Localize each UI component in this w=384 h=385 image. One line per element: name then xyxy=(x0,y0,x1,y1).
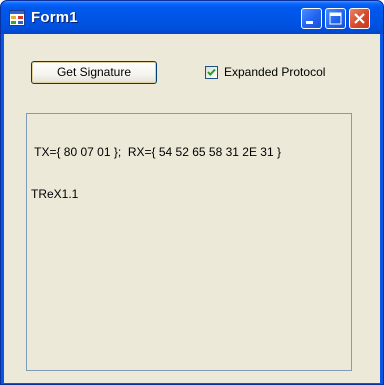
main-window: Form1 Get Signature Expanded Protocol TX… xyxy=(0,0,384,385)
output-textbox[interactable]: TX={ 80 07 01 }; RX={ 54 52 65 58 31 2E … xyxy=(26,113,352,371)
form-client-area: Get Signature Expanded Protocol TX={ 80 … xyxy=(4,34,380,383)
output-line: TReX1.1 xyxy=(31,187,79,201)
minimize-icon xyxy=(306,21,313,24)
close-button[interactable] xyxy=(349,8,370,29)
checkmark-icon xyxy=(207,68,216,76)
title-bar[interactable]: Form1 xyxy=(1,1,383,34)
output-line: TX={ 80 07 01 }; RX={ 54 52 65 58 31 2E … xyxy=(31,145,281,159)
maximize-icon xyxy=(329,12,342,25)
minimize-button[interactable] xyxy=(301,8,322,29)
close-icon xyxy=(354,13,365,24)
get-signature-button[interactable]: Get Signature xyxy=(31,61,157,84)
expanded-protocol-label: Expanded Protocol xyxy=(224,65,326,79)
form-app-icon[interactable] xyxy=(9,10,25,26)
maximize-button[interactable] xyxy=(325,8,346,29)
window-title: Form1 xyxy=(31,9,78,26)
checkbox-box[interactable] xyxy=(205,66,218,79)
